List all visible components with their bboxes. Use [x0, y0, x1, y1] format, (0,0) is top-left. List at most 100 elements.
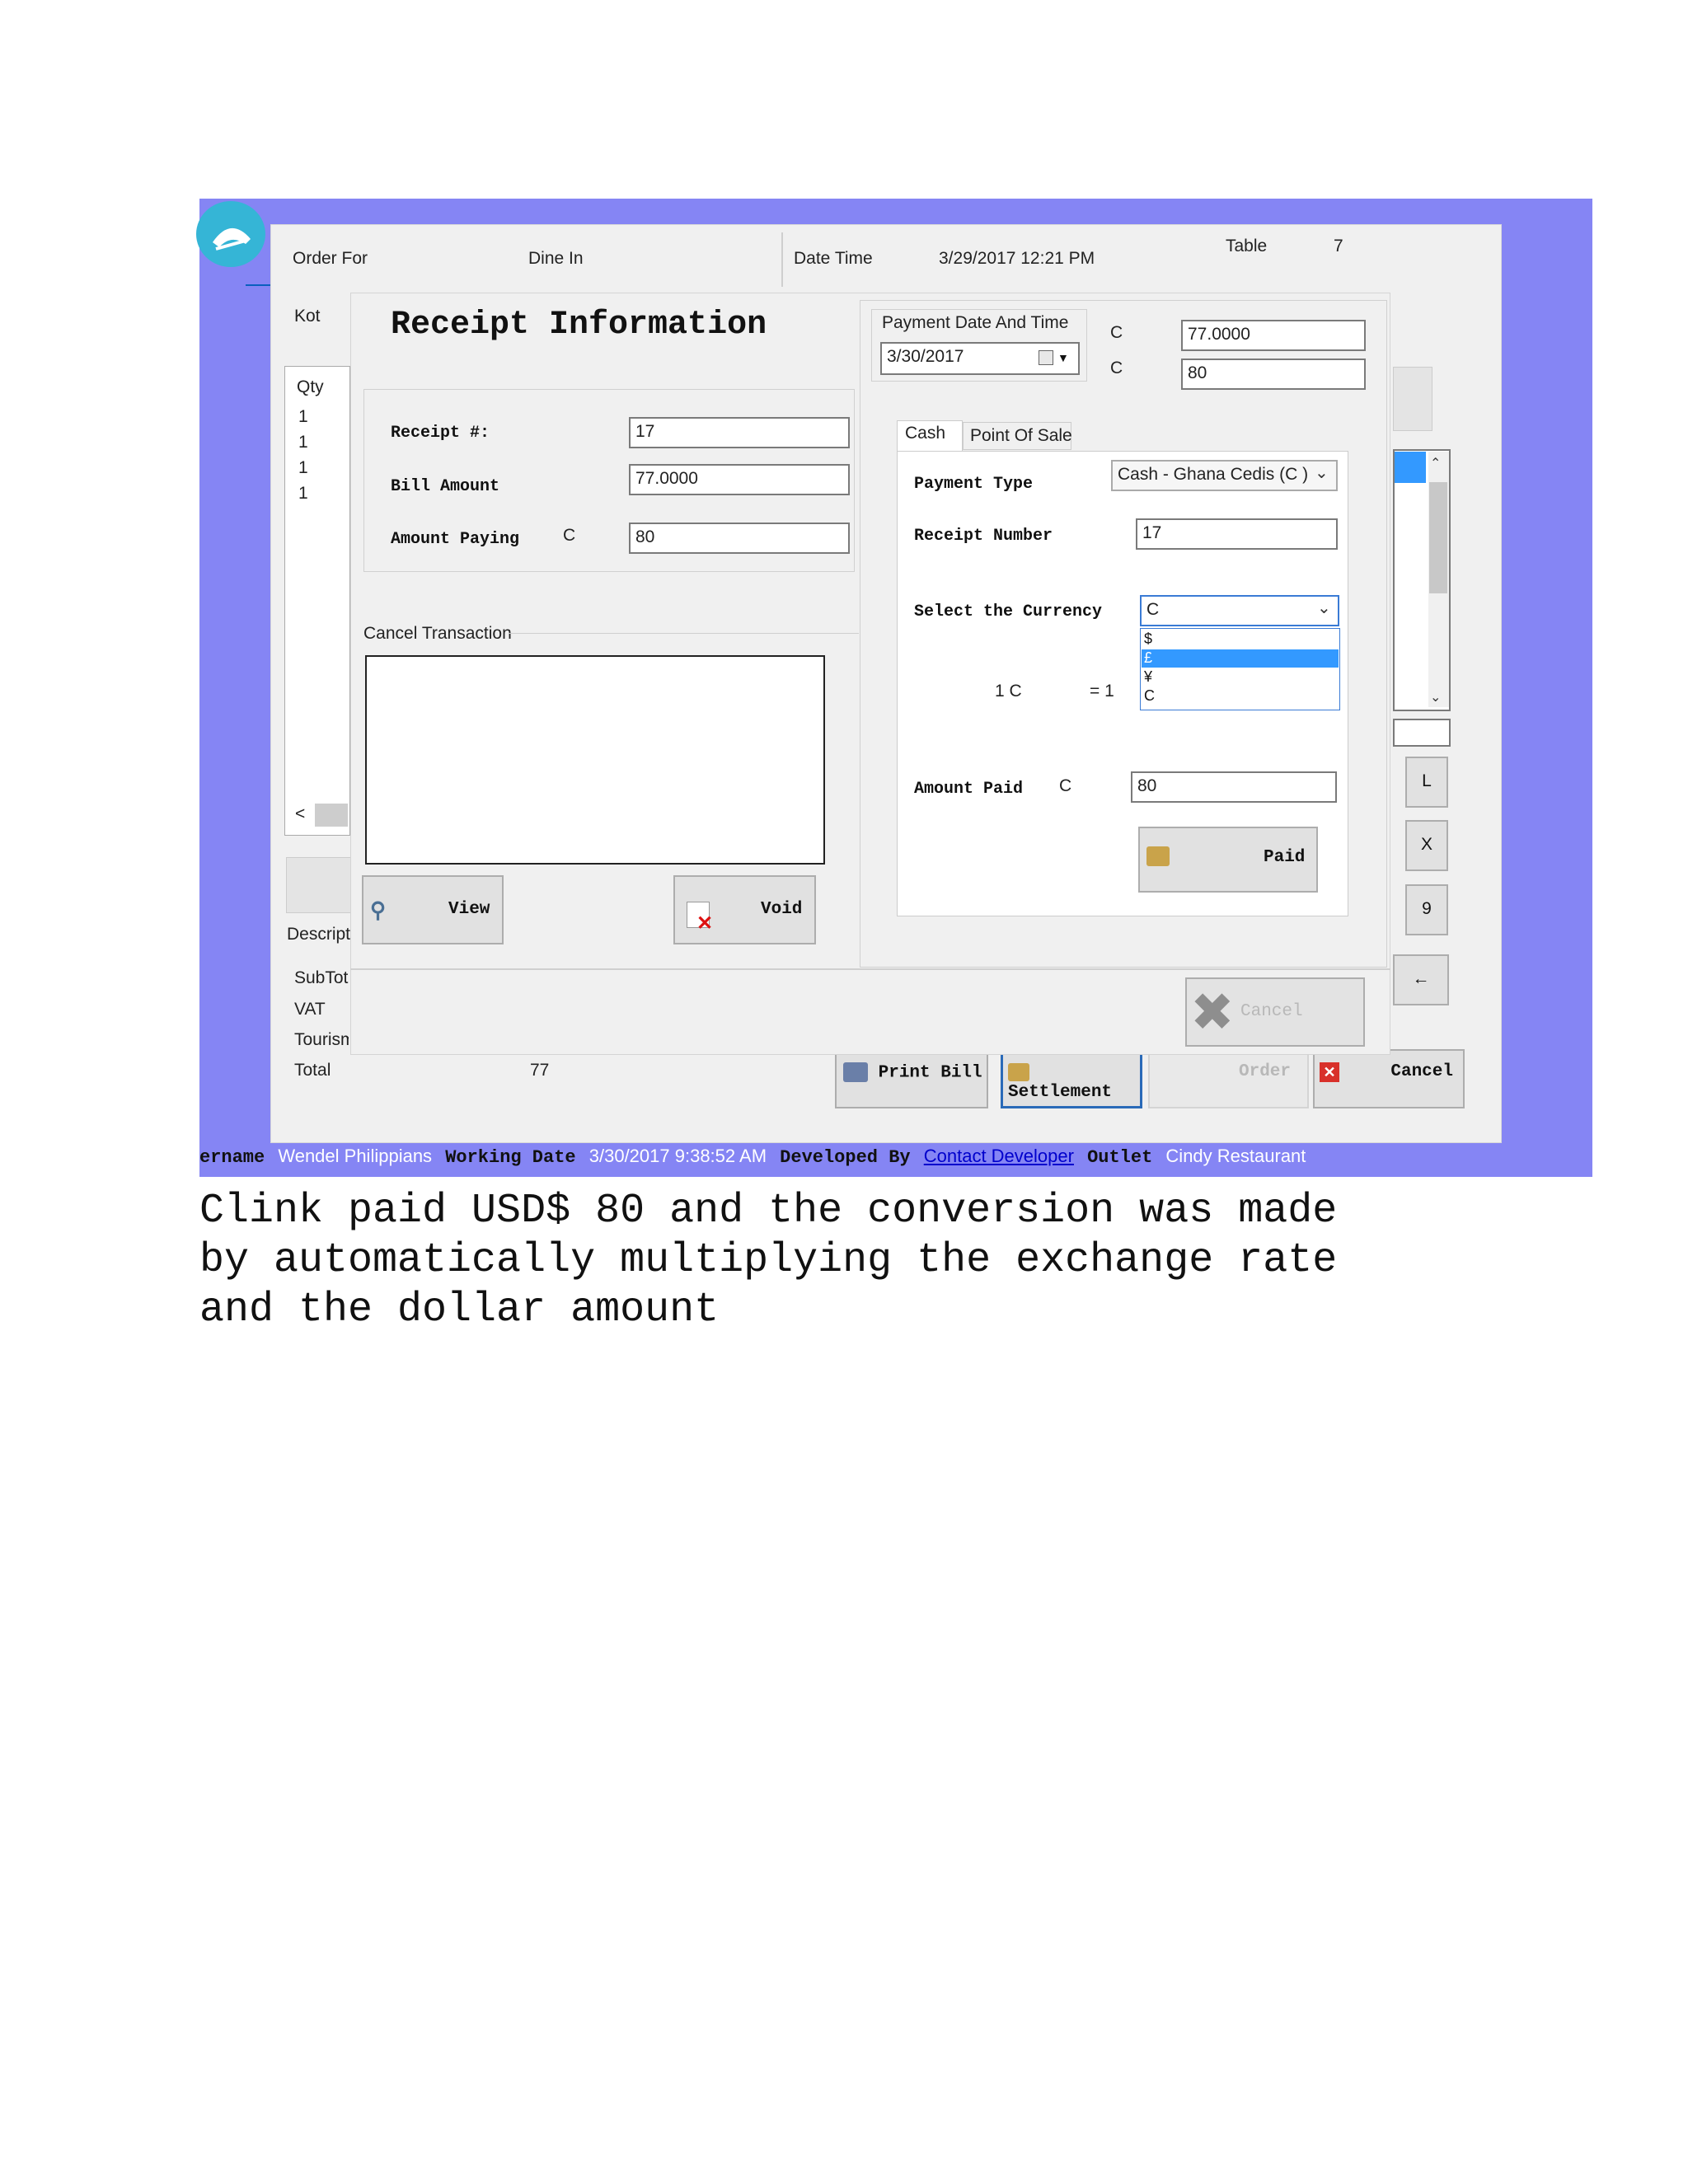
payment-type-label: Payment Type: [914, 475, 1034, 494]
order-for-label: Order For: [293, 249, 368, 268]
close-icon: ✖: [1190, 982, 1235, 1042]
tourism-label: Tourism: [294, 1030, 349, 1049]
amount-paying-field[interactable]: 80: [629, 523, 850, 554]
settlement-button[interactable]: Settlement: [1001, 1049, 1142, 1108]
amount-paid-label: Amount Paid: [914, 780, 1024, 799]
tab-cash[interactable]: Cash: [897, 420, 963, 453]
total-label: Total: [294, 1061, 331, 1080]
order-button[interactable]: Order: [1148, 1049, 1309, 1108]
receipt-number-field[interactable]: 17: [1136, 518, 1338, 550]
scroll-up-icon[interactable]: ⌃: [1430, 455, 1441, 471]
currency-option[interactable]: ¥: [1144, 668, 1152, 687]
print-bill-button[interactable]: Print Bill: [835, 1049, 988, 1108]
currency-select[interactable]: C: [1140, 595, 1339, 626]
qty-header: Qty: [297, 377, 324, 396]
currency-dropdown-list[interactable]: [1140, 628, 1340, 710]
chevron-down-icon[interactable]: ⌄: [1317, 598, 1331, 618]
search-icon: ⚲: [370, 899, 387, 924]
cancel-transaction-textarea[interactable]: [365, 655, 825, 865]
cash-icon: [1008, 1063, 1029, 1081]
subtotal-label: SubTot: [294, 968, 349, 987]
calendar-icon[interactable]: [1039, 350, 1053, 365]
status-bar: ername Wendel Philippians Working Date 3…: [199, 1146, 1592, 1177]
bill-amount-field[interactable]: 77.0000: [629, 464, 850, 495]
top-currency-1: C: [1110, 323, 1123, 342]
total-value: 77: [530, 1061, 550, 1080]
working-date-label: Working Date: [445, 1147, 576, 1168]
paid-button[interactable]: Paid: [1138, 827, 1318, 893]
dialog-footer-divider: [350, 968, 1390, 970]
order-items-list[interactable]: [284, 366, 350, 836]
top-amount-2-field[interactable]: 80: [1181, 359, 1366, 390]
key-l-button[interactable]: L: [1405, 757, 1448, 808]
bill-amount-label: Bill Amount: [391, 477, 500, 496]
currency-option[interactable]: $: [1144, 630, 1152, 649]
dialog-title: Receipt Information: [391, 307, 767, 344]
receipt-no-field[interactable]: 17: [629, 417, 850, 448]
cash-icon: [1146, 846, 1170, 866]
developed-by-label: Developed By: [780, 1147, 911, 1168]
date-time-value: 3/29/2017 12:21 PM: [939, 249, 1095, 268]
date-time-label: Date Time: [794, 249, 873, 268]
dialog-cancel-button[interactable]: ✖ Cancel: [1185, 977, 1365, 1047]
amount-paid-field[interactable]: 80: [1131, 771, 1337, 803]
red-x-icon: ✕: [696, 912, 714, 935]
rate-left: 1 C: [995, 682, 1022, 701]
username-value: Wendel Philippians: [278, 1146, 433, 1166]
key-x-button[interactable]: X: [1405, 820, 1448, 871]
kot-label: Kot: [294, 307, 321, 326]
table-value: 7: [1334, 237, 1343, 255]
side-list-selected-row[interactable]: [1395, 452, 1426, 483]
currency-option[interactable]: £: [1144, 649, 1152, 668]
payment-type-select[interactable]: Cash - Ghana Cedis (C ): [1111, 460, 1338, 491]
qty-cell: 1: [298, 458, 308, 477]
outlet-value: Cindy Restaurant: [1165, 1146, 1306, 1166]
cancel-order-button[interactable]: ✕ Cancel: [1313, 1049, 1465, 1108]
backspace-button[interactable]: ←: [1393, 954, 1449, 1005]
rate-right: = 1: [1090, 682, 1114, 701]
scroll-left-arrow-icon[interactable]: <: [295, 804, 305, 824]
payment-date-label: Payment Date And Time: [882, 313, 1069, 332]
contact-developer-link[interactable]: Contact Developer: [924, 1146, 1074, 1166]
tab-point-of-sale[interactable]: Point Of Sale: [963, 422, 1072, 450]
top-currency-2: C: [1110, 359, 1123, 377]
table-label: Table: [1226, 237, 1268, 255]
void-button[interactable]: ✕ Void: [673, 875, 816, 944]
working-date-value: 3/30/2017 9:38:52 AM: [588, 1146, 767, 1166]
qty-cell: 1: [298, 484, 308, 503]
side-input[interactable]: [1393, 719, 1451, 747]
currency-option-highlight: [1142, 649, 1339, 668]
side-blank-button[interactable]: [1393, 367, 1432, 431]
left-rail-tick: [246, 284, 270, 286]
description-label: Descripti: [287, 925, 354, 944]
red-x-icon: ✕: [1320, 1062, 1339, 1082]
scroll-down-icon[interactable]: ⌄: [1430, 689, 1441, 705]
cancel-transaction-label: Cancel Transaction: [363, 624, 512, 643]
amount-paying-currency: C: [563, 526, 576, 545]
blank-button[interactable]: [286, 857, 352, 913]
horizontal-scroll-thumb[interactable]: [315, 804, 348, 827]
printer-icon: [843, 1062, 868, 1082]
chevron-down-icon[interactable]: ▼: [1057, 351, 1069, 364]
header-divider: [781, 232, 783, 287]
side-list-scroll-thumb[interactable]: [1429, 482, 1447, 593]
receipt-number-label: Receipt Number: [914, 527, 1053, 546]
receipt-no-label: Receipt #:: [391, 424, 490, 443]
order-for-value: Dine In: [528, 249, 584, 268]
vat-label: VAT: [294, 1000, 326, 1019]
app-logo-icon: [196, 201, 265, 267]
qty-cell: 1: [298, 407, 308, 426]
outlet-label: Outlet: [1087, 1147, 1153, 1168]
top-amount-1-field[interactable]: 77.0000: [1181, 320, 1366, 351]
key-9-button[interactable]: 9: [1405, 884, 1448, 935]
username-label: ername: [199, 1147, 265, 1168]
qty-cell: 1: [298, 433, 308, 452]
caption-text: Clink paid USD$ 80 and the conversion wa…: [199, 1188, 1338, 1333]
amount-paid-currency: C: [1059, 776, 1072, 795]
amount-paying-label: Amount Paying: [391, 530, 520, 549]
select-currency-label: Select the Currency: [914, 602, 1103, 621]
group-line: [509, 633, 859, 634]
chevron-down-icon[interactable]: ⌄: [1315, 462, 1329, 483]
view-button[interactable]: ⚲ View: [362, 875, 504, 944]
currency-option[interactable]: C: [1144, 687, 1155, 705]
